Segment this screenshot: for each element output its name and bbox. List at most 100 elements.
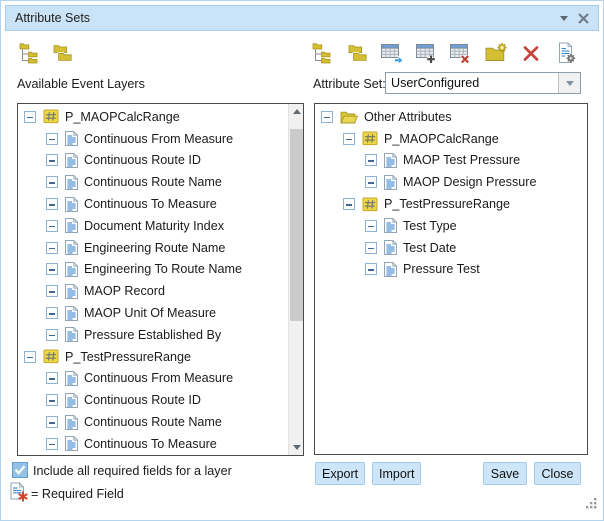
resize-grip[interactable] [585,497,598,515]
chevron-down-icon [566,81,574,86]
document-icon [65,371,78,386]
collapse-toggle-icon[interactable] [46,394,58,406]
document-icon [65,197,78,212]
save-button[interactable]: Save [483,462,527,485]
scrollbar-thumb[interactable] [290,129,303,321]
collapse-toggle-icon[interactable] [24,111,36,123]
attribute-set-dropdown[interactable]: UserConfigured [385,72,581,94]
required-field-legend: = Required Field [31,487,124,501]
folders-icon[interactable] [345,41,369,64]
tree-item-test-type[interactable]: Test Type [315,215,587,237]
document-icon [65,218,78,233]
attribute-sets-dialog: Attribute Sets Available Event Layers At… [0,0,604,521]
collapse-toggle-icon[interactable] [46,133,58,145]
document-icon [65,175,78,190]
collapse-toggle-icon[interactable] [365,176,377,188]
document-gear-icon[interactable] [554,41,578,64]
tree-item-pressure-test[interactable]: Pressure Test [315,259,587,281]
collapse-toggle-icon[interactable] [321,111,333,123]
folder-gear-icon[interactable] [484,41,508,64]
collapse-toggle-icon[interactable] [46,416,58,428]
document-icon [384,218,397,233]
collapse-toggle-icon[interactable] [343,133,355,145]
collapse-toggle-icon[interactable] [46,198,58,210]
folder-tree-icon[interactable] [17,41,41,64]
export-button[interactable]: Export [315,462,365,485]
vertical-scrollbar[interactable] [288,104,303,455]
tree-item-label: Test Date [403,241,456,255]
tree-item-p-testpressurerange[interactable]: P_TestPressureRange [18,346,288,368]
tree-item-continuous-route-name[interactable]: Continuous Route Name [18,411,288,433]
tree-item-p-maopcalcrange[interactable]: P_MAOPCalcRange [18,106,288,128]
folder-tree-icon[interactable] [310,41,334,64]
document-icon [65,306,78,321]
collapse-toggle-icon[interactable] [365,154,377,166]
toolbar-left [17,41,74,64]
collapse-toggle-icon[interactable] [46,176,58,188]
tree-item-maop-record[interactable]: MAOP Record [18,280,288,302]
tree-item-document-maturity-index[interactable]: Document Maturity Index [18,215,288,237]
table-delete-icon[interactable] [449,41,473,64]
tree-item-continuous-route-id[interactable]: Continuous Route ID [18,150,288,172]
document-icon [65,131,78,146]
collapse-toggle-icon[interactable] [46,220,58,232]
document-icon [65,415,78,430]
toolbar-right [310,41,578,64]
tree-item-continuous-route-id[interactable]: Continuous Route ID [18,389,288,411]
table-add-icon[interactable] [415,41,439,64]
collapse-toggle-icon[interactable] [46,285,58,297]
tree-item-label: Continuous From Measure [84,132,233,146]
tree-item-continuous-from-measure[interactable]: Continuous From Measure [18,128,288,150]
folders-icon[interactable] [50,41,74,64]
dropdown-button[interactable] [558,73,580,93]
tree-item-engineering-route-name[interactable]: Engineering Route Name [18,237,288,259]
collapse-toggle-icon[interactable] [365,220,377,232]
tree-item-label: Continuous Route ID [84,153,201,167]
include-required-fields-checkbox[interactable] [12,462,28,478]
document-icon [65,284,78,299]
tree-item-label: P_MAOPCalcRange [384,132,499,146]
collapse-toggle-icon[interactable] [46,154,58,166]
collapse-toggle-icon[interactable] [365,242,377,254]
collapse-toggle-icon[interactable] [365,263,377,275]
required-field-icon [10,482,29,507]
collapse-toggle-icon[interactable] [343,198,355,210]
collapse-toggle-icon[interactable] [24,351,36,363]
collapse-toggle-icon[interactable] [46,242,58,254]
close-button[interactable]: Close [534,462,581,485]
collapse-toggle-icon[interactable] [46,329,58,341]
document-icon [65,240,78,255]
tree-item-test-date[interactable]: Test Date [315,237,587,259]
tree-item-p-maopcalcrange[interactable]: P_MAOPCalcRange [315,128,587,150]
tree-item-other-attributes[interactable]: Other Attributes [315,106,587,128]
tree-item-continuous-to-measure[interactable]: Continuous To Measure [18,193,288,215]
collapse-toggle-icon[interactable] [46,372,58,384]
tree-item-pressure-established-by[interactable]: Pressure Established By [18,324,288,346]
tree-item-maop-test-pressure[interactable]: MAOP Test Pressure [315,150,587,172]
collapse-toggle-icon[interactable] [46,307,58,319]
import-button[interactable]: Import [372,462,421,485]
collapse-toggle-icon[interactable] [46,263,58,275]
tree-item-label: Engineering Route Name [84,241,225,255]
close-icon[interactable] [578,13,589,24]
scroll-down-icon[interactable] [289,440,304,455]
tree-item-maop-design-pressure[interactable]: MAOP Design Pressure [315,171,587,193]
collapse-toggle-icon[interactable] [46,438,58,450]
tree-item-label: Pressure Test [403,262,480,276]
tree-item-continuous-to-measure[interactable]: Continuous To Measure [18,433,288,455]
delete-x-icon[interactable] [519,41,543,64]
tree-item-maop-unit-of-measure[interactable]: MAOP Unit Of Measure [18,302,288,324]
window-menu-caret-icon[interactable] [560,16,568,21]
tree-item-continuous-route-name[interactable]: Continuous Route Name [18,171,288,193]
table-export-icon[interactable] [380,41,404,64]
tree-item-label: MAOP Test Pressure [403,153,520,167]
tree-item-engineering-to-route-name[interactable]: Engineering To Route Name [18,259,288,281]
tree-item-continuous-from-measure[interactable]: Continuous From Measure [18,368,288,390]
dialog-title: Attribute Sets [15,11,90,25]
tree-item-p-testpressurerange[interactable]: P_TestPressureRange [315,193,587,215]
document-icon [384,153,397,168]
document-icon [384,262,397,277]
tree-item-label: Continuous Route ID [84,393,201,407]
document-icon [65,393,78,408]
scroll-up-icon[interactable] [289,104,304,119]
